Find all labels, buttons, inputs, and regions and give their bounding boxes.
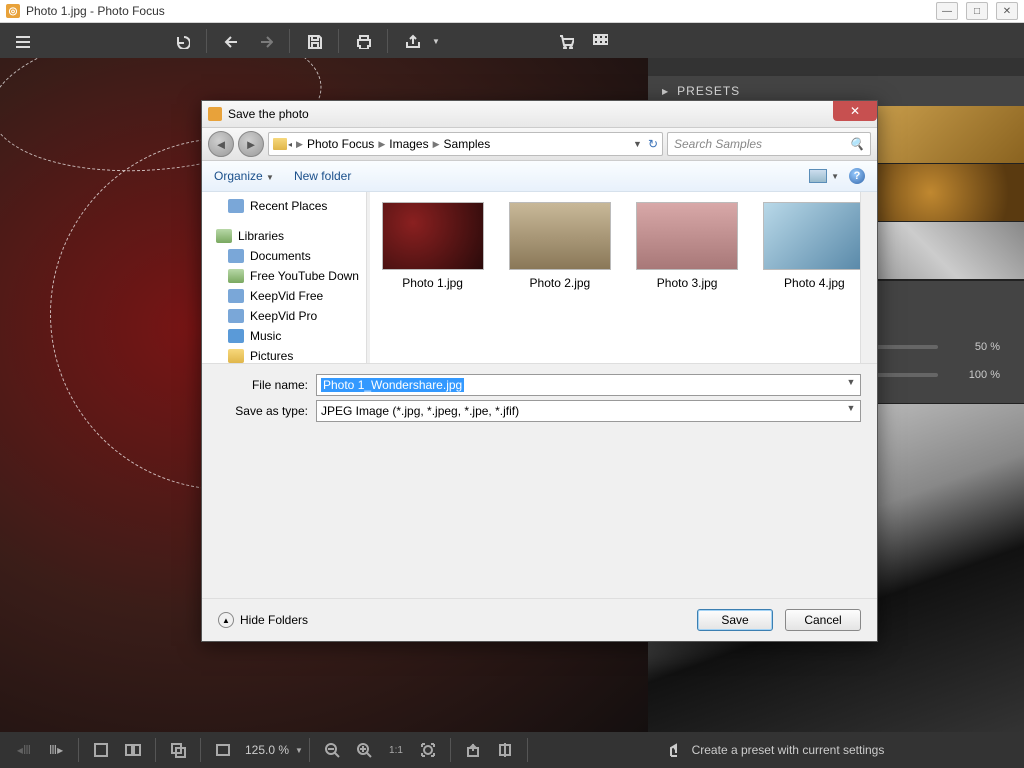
undo-button[interactable] <box>168 27 196 55</box>
tree-music[interactable]: Music <box>202 326 366 346</box>
chevron-down-icon[interactable]: ▼ <box>844 377 858 387</box>
next-image-button[interactable]: Ⅲ▸ <box>42 736 70 764</box>
fullscreen-button[interactable] <box>491 736 519 764</box>
save-dialog: Save the photo ✕ ◄ ► ◂ ▶ Photo Focus ▶ I… <box>201 100 878 642</box>
file-thumb <box>763 202 865 270</box>
zoom-in-button[interactable] <box>350 736 378 764</box>
zoom-region-button[interactable] <box>414 736 442 764</box>
savetype-value: JPEG Image (*.jpg, *.jpeg, *.jpe, *.jfif… <box>321 404 519 418</box>
filename-value: Photo 1_Wondershare.jpg <box>321 378 464 392</box>
view-mode-menu[interactable]: ▼ <box>809 169 839 183</box>
main-toolbar: ▼ <box>0 23 1024 59</box>
print-button[interactable] <box>349 27 377 55</box>
dialog-close-button[interactable]: ✕ <box>833 101 877 121</box>
crumb-item[interactable]: Images <box>389 137 428 151</box>
zoom-1to1-button[interactable]: 1:1 <box>382 736 410 764</box>
tree-pictures[interactable]: Pictures <box>202 346 366 363</box>
bottom-bar: ◂Ⅲ Ⅲ▸ 125.0 % ▼ 1:1 Create a preset with… <box>0 732 1024 768</box>
tree-keepvid-pro[interactable]: KeepVid Pro <box>202 306 366 326</box>
dialog-title-bar[interactable]: Save the photo ✕ <box>202 101 877 128</box>
export-image-button[interactable] <box>459 736 487 764</box>
view-mode-single[interactable] <box>87 736 115 764</box>
create-preset-button[interactable]: Create a preset with current settings <box>534 742 1016 758</box>
menu-button[interactable] <box>8 27 36 55</box>
file-item[interactable]: Photo 4.jpg <box>762 202 867 290</box>
export-button[interactable] <box>398 27 426 55</box>
save-button[interactable] <box>300 27 328 55</box>
app-title-bar: ◎ Photo 1.jpg - Photo Focus — □ ✕ <box>0 0 1024 23</box>
savetype-label: Save as type: <box>218 404 308 418</box>
file-item[interactable]: Photo 3.jpg <box>635 202 740 290</box>
organize-menu[interactable]: Organize ▼ <box>214 169 274 183</box>
nav-back-button[interactable]: ◄ <box>208 131 234 157</box>
file-list[interactable]: Photo 1.jpg Photo 2.jpg Photo 3.jpg Phot… <box>367 192 877 363</box>
filename-input[interactable]: Photo 1_Wondershare.jpg ▼ <box>316 374 861 396</box>
tree-libraries[interactable]: Libraries <box>202 226 366 246</box>
zoom-fit-button[interactable] <box>209 736 237 764</box>
zoom-value: 125.0 % <box>245 743 289 757</box>
crumb-item[interactable]: Samples <box>444 137 491 151</box>
app-icon: ◎ <box>6 4 20 18</box>
new-folder-button[interactable]: New folder <box>294 169 351 183</box>
file-thumb <box>509 202 611 270</box>
create-preset-label: Create a preset with current settings <box>692 743 885 757</box>
back-button[interactable] <box>217 27 245 55</box>
search-input[interactable]: Search Samples 🔍 <box>667 132 871 156</box>
nav-forward-button[interactable]: ► <box>238 131 264 157</box>
file-thumb <box>636 202 738 270</box>
help-icon[interactable]: ? <box>849 168 865 184</box>
slider-1-value: 50 % <box>952 341 1000 353</box>
hide-folders-button[interactable]: ▲ Hide Folders <box>218 612 308 628</box>
folder-tree[interactable]: Recent Places Libraries Documents Free Y… <box>202 192 367 363</box>
file-item[interactable]: Photo 2.jpg <box>507 202 612 290</box>
window-title: Photo 1.jpg - Photo Focus <box>26 4 165 18</box>
snapshot-button[interactable] <box>164 736 192 764</box>
search-icon: 🔍 <box>849 137 864 151</box>
tree-recent-places[interactable]: Recent Places <box>202 196 366 216</box>
file-item[interactable]: Photo 1.jpg <box>380 202 485 290</box>
crumb-item[interactable]: Photo Focus <box>307 137 374 151</box>
maximize-button[interactable]: □ <box>966 2 988 20</box>
dialog-title: Save the photo <box>228 107 309 121</box>
dialog-icon <box>208 107 222 121</box>
tree-keepvid-free[interactable]: KeepVid Free <box>202 286 366 306</box>
scrollbar[interactable] <box>860 192 877 363</box>
tree-freeyoutube[interactable]: Free YouTube Down <box>202 266 366 286</box>
file-thumb <box>382 202 484 270</box>
forward-button[interactable] <box>251 27 279 55</box>
search-placeholder: Search Samples <box>674 137 762 151</box>
folder-up-icon[interactable]: ◂ <box>273 138 292 150</box>
tree-documents[interactable]: Documents <box>202 246 366 266</box>
refresh-icon[interactable]: ↻ <box>648 137 658 151</box>
window-close-button[interactable]: ✕ <box>996 2 1018 20</box>
filename-label: File name: <box>218 378 308 392</box>
breadcrumb[interactable]: ◂ ▶ Photo Focus ▶ Images ▶ Samples ▼ ↻ <box>268 132 663 156</box>
chevron-down-icon[interactable]: ▼ <box>844 403 858 413</box>
minimize-button[interactable]: — <box>936 2 958 20</box>
savetype-select[interactable]: JPEG Image (*.jpg, *.jpeg, *.jpe, *.jfif… <box>316 400 861 422</box>
zoom-out-button[interactable] <box>318 736 346 764</box>
dialog-save-button[interactable]: Save <box>697 609 773 631</box>
view-mode-compare[interactable] <box>119 736 147 764</box>
presets-label: PRESETS <box>677 84 740 98</box>
cart-button[interactable] <box>552 27 580 55</box>
prev-image-button[interactable]: ◂Ⅲ <box>10 736 38 764</box>
slider-2-value: 100 % <box>952 369 1000 381</box>
dialog-cancel-button[interactable]: Cancel <box>785 609 861 631</box>
grid-button[interactable] <box>586 27 614 55</box>
